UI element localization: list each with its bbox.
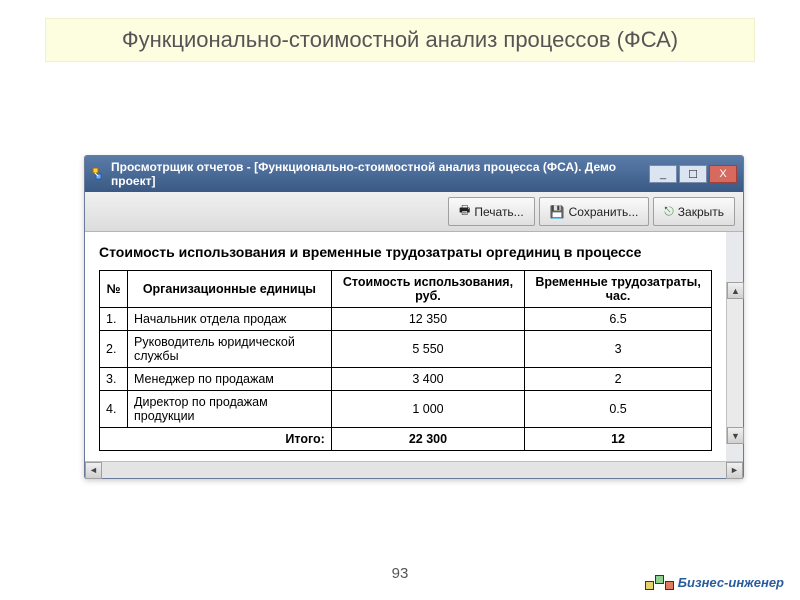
report-window: Просмотрщик отчетов - [Функционально-сто… (84, 155, 744, 479)
table-row: 1. Начальник отдела продаж 12 350 6.5 (100, 308, 712, 331)
save-label: Сохранить... (569, 205, 639, 219)
cell-unit: Руководитель юридической службы (128, 331, 332, 368)
brand-logo: Бизнес-инженер (645, 575, 784, 590)
cell-num: 3. (100, 368, 128, 391)
close-label: Закрыть (678, 205, 724, 219)
col-cost: Стоимость использования, руб. (331, 271, 524, 308)
total-time: 12 (525, 428, 712, 451)
cell-num: 4. (100, 391, 128, 428)
printer-icon: 🖶 (459, 201, 470, 222)
scroll-left-icon[interactable]: ◄ (85, 462, 102, 479)
total-row: Итого: 22 300 12 (100, 428, 712, 451)
window-titlebar[interactable]: Просмотрщик отчетов - [Функционально-сто… (85, 156, 743, 192)
brand-icon (645, 575, 674, 590)
cell-unit: Менеджер по продажам (128, 368, 332, 391)
cell-time: 0.5 (525, 391, 712, 428)
cell-num: 2. (100, 331, 128, 368)
minimize-button[interactable]: _ (649, 165, 677, 183)
cell-time: 6.5 (525, 308, 712, 331)
save-icon: 💾 (550, 205, 565, 219)
slide-title: Функционально-стоимостной анализ процесс… (45, 18, 755, 62)
scroll-down-icon[interactable]: ▼ (727, 427, 744, 444)
vertical-scrollbar[interactable]: ▲ ▼ (726, 282, 743, 444)
cell-cost: 12 350 (331, 308, 524, 331)
toolbar: 🖶 Печать... 💾 Сохранить... ⎋ Закрыть (85, 192, 743, 232)
report-area: Стоимость использования и временные труд… (85, 232, 726, 461)
maximize-button[interactable]: ☐ (679, 165, 707, 183)
window-title: Просмотрщик отчетов - [Функционально-сто… (111, 160, 647, 188)
brand-label: Бизнес-инженер (678, 575, 784, 590)
scroll-up-icon[interactable]: ▲ (727, 282, 744, 299)
col-unit: Организационные единицы (128, 271, 332, 308)
scroll-right-icon[interactable]: ► (726, 462, 743, 479)
report-table: № Организационные единицы Стоимость испо… (99, 270, 712, 451)
table-row: 2. Руководитель юридической службы 5 550… (100, 331, 712, 368)
close-button[interactable]: ⎋ Закрыть (653, 197, 735, 226)
col-time: Временные трудозатраты, час. (525, 271, 712, 308)
close-window-button[interactable]: X (709, 165, 737, 183)
cell-unit: Директор по продажам продукции (128, 391, 332, 428)
print-label: Печать... (474, 205, 523, 219)
cell-num: 1. (100, 308, 128, 331)
total-cost: 22 300 (331, 428, 524, 451)
save-button[interactable]: 💾 Сохранить... (539, 197, 650, 226)
app-icon (91, 166, 107, 182)
cell-unit: Начальник отдела продаж (128, 308, 332, 331)
cell-time: 2 (525, 368, 712, 391)
print-button[interactable]: 🖶 Печать... (448, 197, 535, 226)
scroll-v-track[interactable] (727, 299, 743, 427)
cell-cost: 3 400 (331, 368, 524, 391)
cell-cost: 5 550 (331, 331, 524, 368)
cell-cost: 1 000 (331, 391, 524, 428)
report-heading: Стоимость использования и временные труд… (99, 244, 712, 260)
col-num: № (100, 271, 128, 308)
total-label: Итого: (100, 428, 332, 451)
table-row: 3. Менеджер по продажам 3 400 2 (100, 368, 712, 391)
exit-icon: ⎋ (664, 204, 674, 219)
table-row: 4. Директор по продажам продукции 1 000 … (100, 391, 712, 428)
cell-time: 3 (525, 331, 712, 368)
horizontal-scrollbar[interactable]: ◄ ► (85, 461, 743, 478)
